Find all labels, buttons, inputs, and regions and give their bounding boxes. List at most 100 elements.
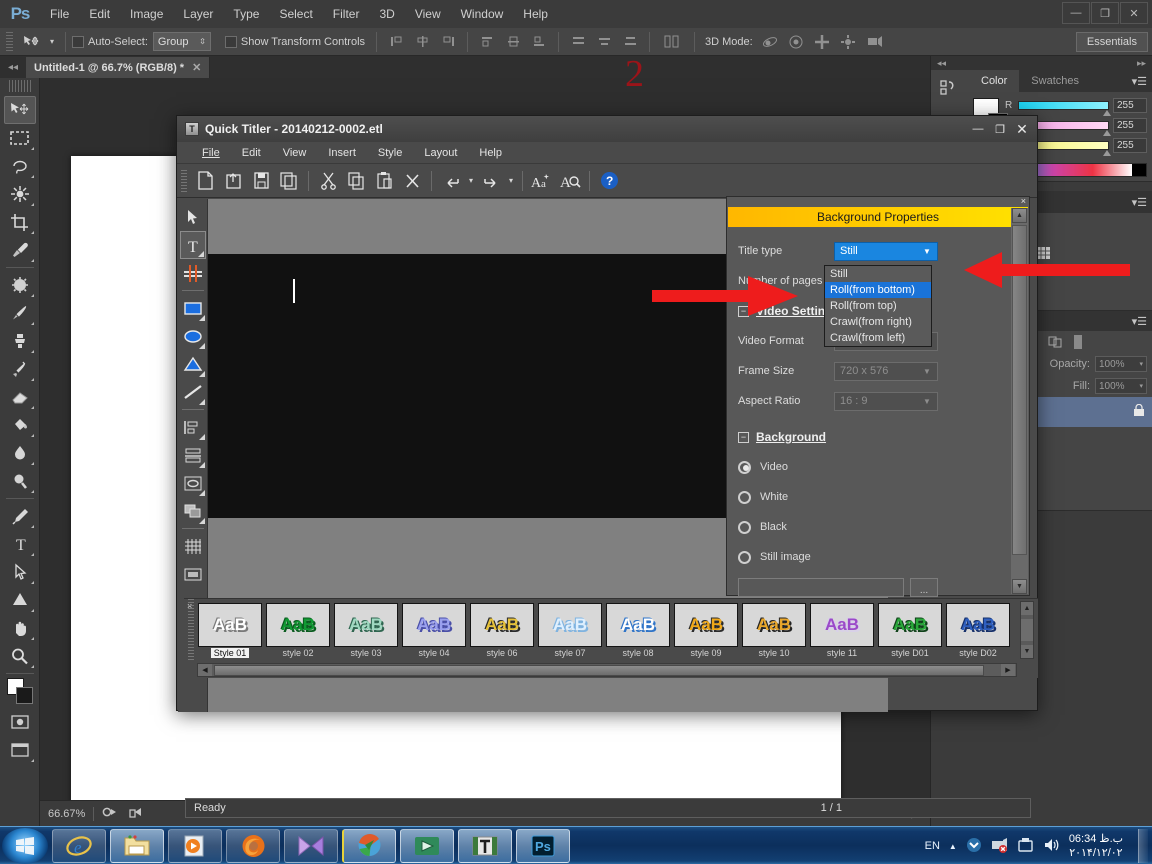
radio-row-black[interactable]: Black: [738, 512, 1001, 542]
crosshair-tool[interactable]: [180, 259, 206, 287]
chevron-down-icon[interactable]: ▼: [919, 364, 935, 379]
start-button[interactable]: [2, 827, 48, 864]
volume-icon[interactable]: [1043, 837, 1060, 856]
menu-3d[interactable]: 3D: [369, 0, 404, 28]
brush-tool[interactable]: [4, 299, 36, 327]
menu-view[interactable]: View: [405, 0, 451, 28]
quick-mask-toggle[interactable]: [4, 708, 36, 736]
eyedropper-tool[interactable]: [4, 236, 36, 264]
qt-menu-insert[interactable]: Insert: [317, 147, 367, 159]
delete-icon[interactable]: [398, 168, 426, 194]
3d-pan-icon[interactable]: [810, 31, 836, 53]
share-icon[interactable]: [128, 806, 144, 822]
history-icon[interactable]: [939, 80, 961, 104]
menu-help[interactable]: Help: [513, 0, 558, 28]
preview-toggle-icon[interactable]: [102, 806, 120, 822]
type-tool[interactable]: T: [4, 530, 36, 558]
style-item[interactable]: AaB style 02: [265, 603, 331, 661]
scroll-up-icon[interactable]: ▲: [1021, 602, 1033, 615]
bgprops-scrollbar[interactable]: ▲ ▼: [1011, 208, 1028, 594]
style-item[interactable]: AaB style 08: [605, 603, 671, 661]
text-effect-icon[interactable]: A: [556, 168, 584, 194]
menu-filter[interactable]: Filter: [323, 0, 370, 28]
zoom-level[interactable]: 66.67%: [48, 808, 85, 820]
taskbar-windows-explorer[interactable]: [110, 828, 164, 863]
distribute-vertical-centers-icon[interactable]: [591, 31, 617, 53]
style-thumbnail[interactable]: AaB: [674, 603, 738, 647]
chevron-down-icon[interactable]: ▾: [1139, 360, 1143, 368]
menu-type[interactable]: Type: [223, 0, 269, 28]
scroll-thumb[interactable]: [1012, 225, 1027, 555]
dropdown-option[interactable]: Roll(from bottom): [825, 282, 931, 298]
frame-size-select[interactable]: 720 x 576 ▼: [834, 361, 938, 381]
move-tool[interactable]: [3, 96, 36, 124]
style-gallery-hscrollbar[interactable]: ◀ ▶: [197, 663, 1017, 677]
eraser-tool[interactable]: [4, 383, 36, 411]
section-background[interactable]: − Background: [738, 422, 1001, 452]
channel-value-b[interactable]: 255: [1113, 138, 1147, 153]
style-thumbnail[interactable]: AaB: [946, 603, 1010, 647]
save-icon[interactable]: [247, 168, 275, 194]
line-tool[interactable]: [180, 378, 206, 406]
taskbar-firefox[interactable]: [226, 828, 280, 863]
panel-menu-icon[interactable]: ▾☰: [1132, 75, 1147, 88]
align-middle-tool[interactable]: [180, 441, 206, 469]
qt-maximize-button[interactable]: ❐: [989, 120, 1011, 138]
dock-collapse-left-icon[interactable]: ◂◂: [937, 58, 946, 69]
cut-icon[interactable]: [314, 168, 342, 194]
menu-layer[interactable]: Layer: [173, 0, 223, 28]
rectangle-tool[interactable]: [180, 294, 206, 322]
scroll-left-icon[interactable]: ◀: [198, 664, 212, 676]
save-as-icon[interactable]: [275, 168, 303, 194]
pen-tool[interactable]: [4, 502, 36, 530]
auto-select-checkbox[interactable]: [72, 35, 84, 48]
align-vertical-centers-icon[interactable]: [500, 31, 526, 53]
copy-icon[interactable]: [342, 168, 370, 194]
qt-menu-help[interactable]: Help: [468, 147, 513, 159]
show-desktop-button[interactable]: [1138, 829, 1148, 863]
dropdown-option[interactable]: Roll(from top): [825, 298, 931, 314]
scroll-up-icon[interactable]: ▲: [1012, 208, 1027, 223]
style-item[interactable]: AaB style 03: [333, 603, 399, 661]
arrange-tool[interactable]: [180, 497, 206, 525]
radio-row-video[interactable]: Video: [738, 452, 1001, 482]
tab-swatches[interactable]: Swatches: [1019, 70, 1091, 92]
title-type-select[interactable]: Still ▼: [834, 241, 938, 261]
pointer-tool[interactable]: [180, 203, 206, 231]
zoom-tool[interactable]: [4, 642, 36, 670]
distribute-bottom-edges-icon[interactable]: [617, 31, 643, 53]
style-thumbnail[interactable]: AaB: [742, 603, 806, 647]
style-item[interactable]: AaB style D02: [945, 603, 1011, 661]
hscroll-thumb[interactable]: [214, 664, 984, 676]
background-color-swatch[interactable]: [15, 687, 33, 704]
undo-icon[interactable]: [437, 168, 465, 194]
network-error-icon[interactable]: [991, 837, 1008, 856]
undo-dropdown-icon[interactable]: ▾: [465, 168, 477, 194]
style-thumbnail[interactable]: AaB: [334, 603, 398, 647]
qt-menu-view[interactable]: View: [272, 147, 318, 159]
radio-still-image[interactable]: [738, 550, 751, 564]
redo-icon[interactable]: [477, 168, 505, 194]
radio-row-still-image[interactable]: Still image: [738, 542, 1001, 572]
open-icon[interactable]: [219, 168, 247, 194]
style-item[interactable]: AaB style 04: [401, 603, 467, 661]
browse-button[interactable]: ...: [910, 578, 938, 597]
move-tool-icon[interactable]: [17, 31, 45, 53]
radio-row-white[interactable]: White: [738, 482, 1001, 512]
dropdown-option[interactable]: Crawl(from right): [825, 314, 931, 330]
still-image-path-input[interactable]: [738, 578, 904, 597]
minimize-button[interactable]: —: [1062, 2, 1090, 24]
document-tab[interactable]: Untitled-1 @ 66.7% (RGB/8) * ✕: [26, 57, 211, 78]
style-thumbnail[interactable]: AaB: [878, 603, 942, 647]
style-gallery-vscrollbar[interactable]: ▲ ▼: [1020, 601, 1034, 659]
grid-tool[interactable]: [180, 532, 206, 560]
options-grip[interactable]: [6, 31, 13, 52]
qt-menu-layout[interactable]: Layout: [413, 147, 468, 159]
style-item[interactable]: AaB style 09: [673, 603, 739, 661]
align-horizontal-centers-icon[interactable]: [409, 31, 435, 53]
style-thumbnail[interactable]: AaB: [538, 603, 602, 647]
style-item[interactable]: AaB Style 01: [197, 603, 263, 661]
text-tool[interactable]: T: [179, 231, 206, 259]
marquee-tool[interactable]: [4, 124, 36, 152]
chevron-down-icon[interactable]: ▼: [919, 394, 935, 409]
